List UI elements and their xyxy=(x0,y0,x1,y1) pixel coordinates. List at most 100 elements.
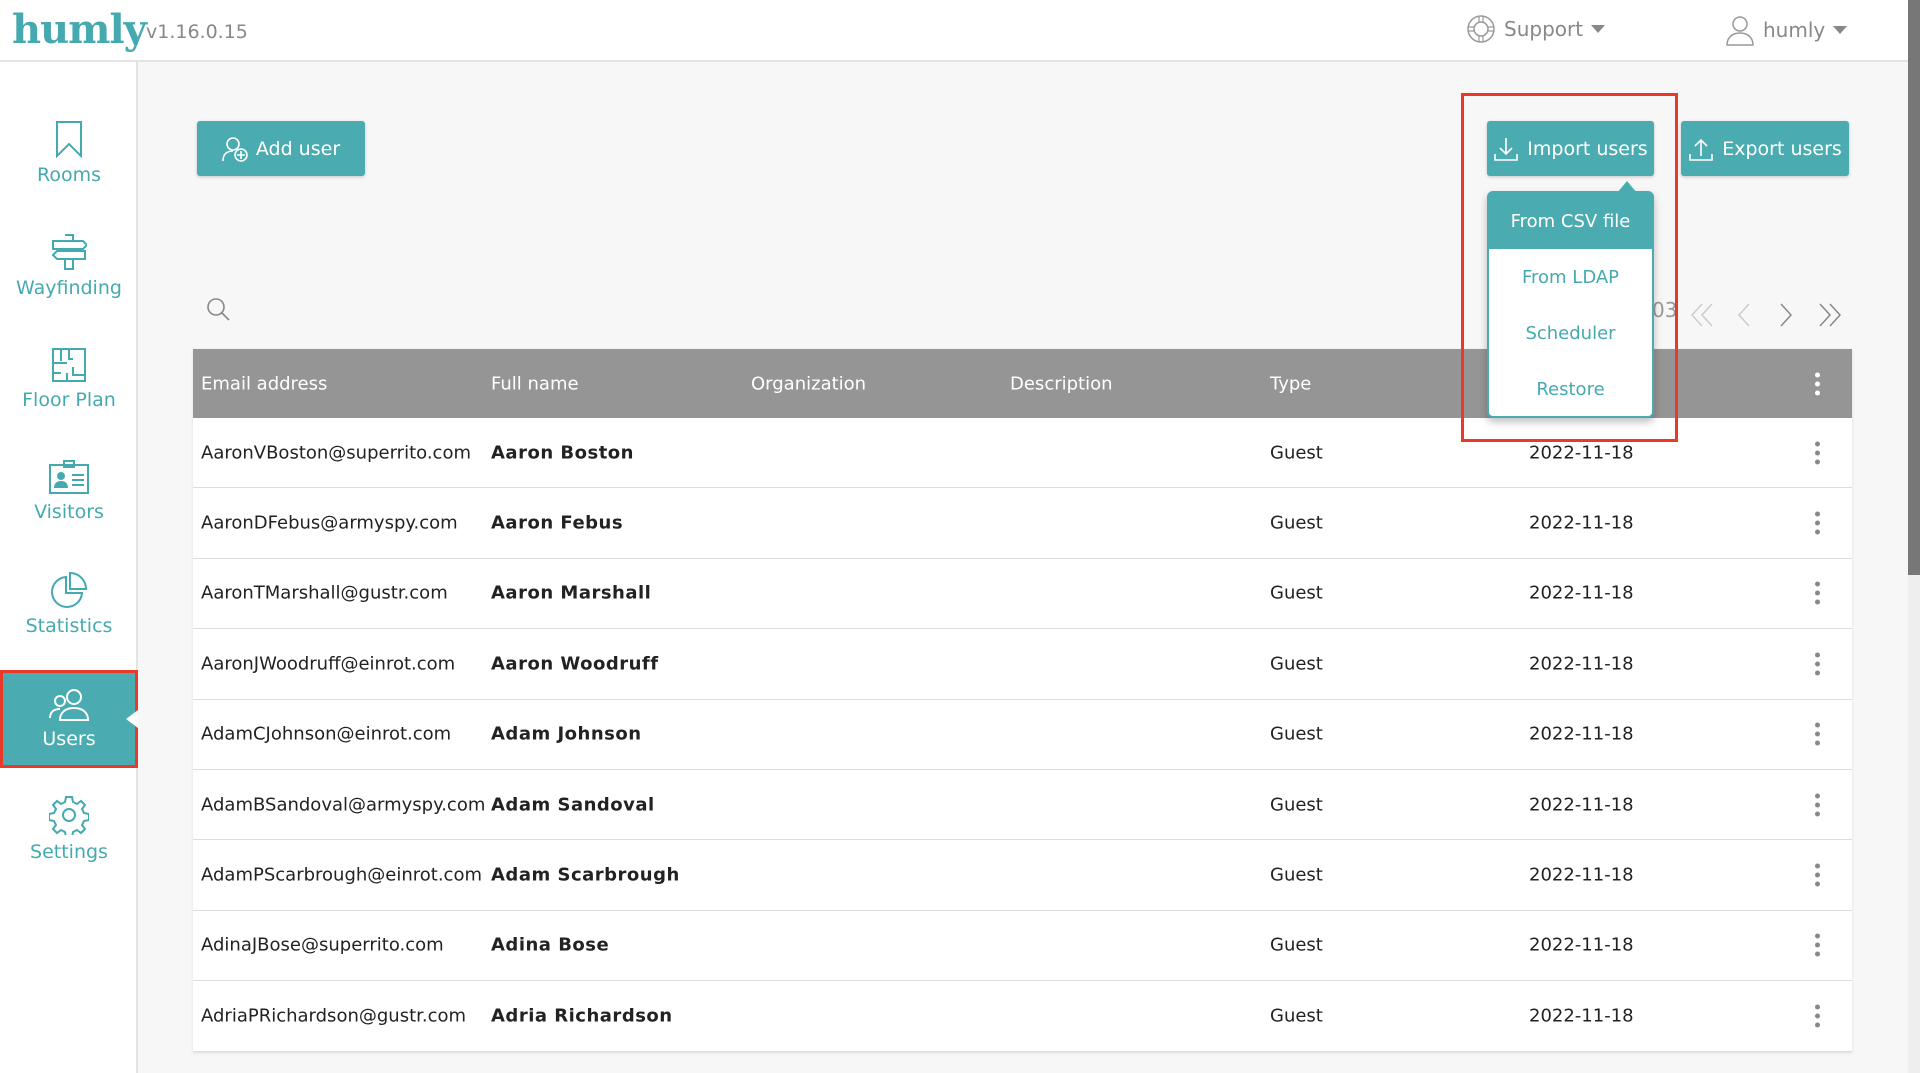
cell-email: AdamBSandoval@armyspy.com xyxy=(201,794,486,816)
table-row[interactable]: AdamCJohnson@einrot.com Adam Johnson Guest… xyxy=(193,700,1852,770)
column-description[interactable]: Description xyxy=(1010,373,1113,394)
row-options-icon[interactable] xyxy=(1813,511,1821,535)
column-email[interactable]: Email address xyxy=(201,373,327,394)
column-organization[interactable]: Organization xyxy=(751,373,866,394)
support-menu[interactable]: Support xyxy=(1466,14,1606,44)
cell-email: AaronDFebus@armyspy.com xyxy=(201,512,458,534)
sidebar-item-label: Settings xyxy=(30,841,108,863)
users-icon xyxy=(49,689,90,721)
table-row[interactable]: AaronTMarshall@gustr.com Aaron Marshall Gu… xyxy=(193,559,1852,630)
column-options-icon[interactable] xyxy=(1813,372,1821,395)
row-options-icon[interactable] xyxy=(1813,933,1821,957)
cell-email: AaronVBoston@superrito.com xyxy=(201,442,471,464)
last-page-icon[interactable] xyxy=(1816,300,1846,330)
cell-email: AdriaPRichardson@gustr.com xyxy=(201,1005,467,1027)
menu-item-from-ldap[interactable]: From LDAP xyxy=(1489,249,1652,305)
table-row[interactable]: AaronVBoston@superrito.com Aaron Boston Gu… xyxy=(193,418,1852,489)
row-options-icon[interactable] xyxy=(1813,1004,1821,1028)
pagination-count: 03 xyxy=(1652,298,1678,322)
cell-date: 2022-11-18 xyxy=(1529,442,1634,464)
row-options-icon[interactable] xyxy=(1813,652,1821,676)
first-page-icon[interactable] xyxy=(1686,300,1716,330)
cell-type: Guest xyxy=(1270,582,1323,604)
next-page-icon[interactable] xyxy=(1775,300,1795,330)
cell-full-name: Adam Johnson xyxy=(491,723,642,745)
column-type[interactable]: Type xyxy=(1270,373,1311,394)
import-users-button[interactable]: Import users xyxy=(1487,121,1654,176)
cell-email: AaronTMarshall@gustr.com xyxy=(201,582,448,604)
cell-full-name: Aaron Febus xyxy=(491,512,624,534)
caret-down-icon xyxy=(1591,25,1606,33)
table-row[interactable]: AaronJWoodruff@einrot.com Aaron Woodruff G… xyxy=(193,629,1852,700)
cell-date: 2022-11-18 xyxy=(1529,653,1634,675)
cell-date: 2022-11-18 xyxy=(1529,794,1634,816)
cell-email: AdamCJohnson@einrot.com xyxy=(201,723,452,745)
cell-full-name: Aaron Marshall xyxy=(491,582,652,604)
import-users-menu: From CSV file From LDAP Scheduler Restor… xyxy=(1487,181,1654,418)
page-scrollbar[interactable] xyxy=(1908,0,1920,1073)
caret-down-icon xyxy=(1833,26,1848,34)
menu-item-from-csv[interactable]: From CSV file xyxy=(1489,193,1652,249)
version-label: v1.16.0.15 xyxy=(146,21,248,43)
bookmark-icon xyxy=(56,121,82,158)
sidebar-item-users[interactable]: Users xyxy=(0,670,138,768)
search-icon[interactable] xyxy=(205,296,231,322)
sidebar-item-rooms[interactable]: Rooms xyxy=(0,104,138,202)
lifebuoy-icon xyxy=(1467,15,1495,43)
cell-full-name: Aaron Boston xyxy=(491,442,634,464)
sidebar-item-wayfinding[interactable]: Wayfinding xyxy=(0,217,138,315)
user-menu[interactable]: humly xyxy=(1725,14,1848,46)
cell-date: 2022-11-18 xyxy=(1529,934,1634,956)
row-options-icon[interactable] xyxy=(1813,722,1821,746)
add-user-label: Add user xyxy=(255,137,341,160)
row-options-icon[interactable] xyxy=(1813,863,1821,887)
menu-item-restore[interactable]: Restore xyxy=(1489,361,1652,417)
sidebar-item-label: Statistics xyxy=(25,615,113,637)
top-bar: humly v1.16.0.15 Support humly xyxy=(0,0,1908,62)
export-users-button[interactable]: Export users xyxy=(1681,121,1849,176)
table-row[interactable]: AdamPScarbrough@einrot.com Adam Scarbroug… xyxy=(193,840,1852,911)
cell-email: AdinaJBose@superrito.com xyxy=(201,934,444,956)
cell-date: 2022-11-18 xyxy=(1529,512,1634,534)
table-row[interactable]: AdinaJBose@superrito.com Adina Bose Guest 2… xyxy=(193,911,1852,982)
table-row[interactable]: AdamBSandoval@armyspy.com Adam Sandoval Gu… xyxy=(193,770,1852,841)
cell-date: 2022-11-18 xyxy=(1529,723,1634,745)
sidebar-item-label: Floor Plan xyxy=(22,389,116,411)
add-user-button[interactable]: Add user xyxy=(197,121,365,176)
sidebar-item-label: Wayfinding xyxy=(16,277,122,299)
sidebar-item-statistics[interactable]: Statistics xyxy=(0,555,138,653)
sidebar-item-label: Users xyxy=(42,728,96,750)
previous-page-icon[interactable] xyxy=(1735,300,1755,330)
cell-full-name: Adam Sandoval xyxy=(491,794,655,816)
row-options-icon[interactable] xyxy=(1813,793,1821,817)
export-users-label: Export users xyxy=(1722,137,1842,160)
visitor-card-icon xyxy=(49,460,89,494)
cell-type: Guest xyxy=(1270,794,1323,816)
table-row[interactable]: AdriaPRichardson@gustr.com Adria Richards… xyxy=(193,981,1852,1052)
signpost-icon xyxy=(51,234,87,270)
row-options-icon[interactable] xyxy=(1813,441,1821,465)
sidebar-item-floor-plan[interactable]: Floor Plan xyxy=(0,330,138,428)
column-full-name[interactable]: Full name xyxy=(491,373,579,394)
cell-full-name: Adina Bose xyxy=(491,934,610,956)
humly-logo[interactable]: humly xyxy=(12,6,147,53)
menu-item-scheduler[interactable]: Scheduler xyxy=(1489,305,1652,361)
sidebar-item-visitors[interactable]: Visitors xyxy=(0,442,138,540)
cell-type: Guest xyxy=(1270,864,1323,886)
upload-icon xyxy=(1689,138,1714,161)
add-user-icon xyxy=(222,136,248,162)
scrollbar-thumb[interactable] xyxy=(1908,0,1920,575)
row-options-icon[interactable] xyxy=(1813,581,1821,605)
sidebar-item-settings[interactable]: Settings xyxy=(0,780,138,878)
gear-icon xyxy=(49,796,89,835)
sidebar-item-label: Rooms xyxy=(36,164,101,186)
cell-date: 2022-11-18 xyxy=(1529,1005,1634,1027)
table-row[interactable]: AaronDFebus@armyspy.com Aaron Febus Guest 2… xyxy=(193,488,1852,559)
users-table: Email address Full name Organization Des… xyxy=(193,349,1852,1052)
user-icon xyxy=(1726,16,1754,46)
pie-chart-icon xyxy=(51,571,88,608)
cell-type: Guest xyxy=(1270,512,1323,534)
cell-type: Guest xyxy=(1270,723,1323,745)
cell-full-name: Adam Scarbrough xyxy=(491,864,680,886)
support-label: Support xyxy=(1504,17,1584,41)
